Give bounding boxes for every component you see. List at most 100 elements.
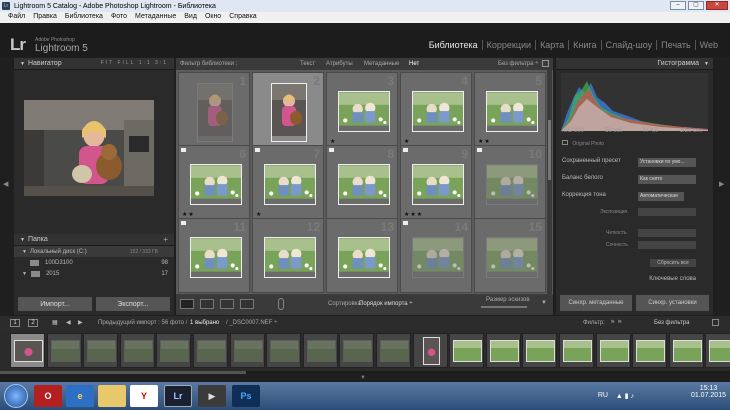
pick-flag-icon[interactable] [477,148,482,152]
folder-row[interactable]: 100D3100 98 [14,257,174,268]
star-rating[interactable]: ★★ [182,211,195,218]
menu-help[interactable]: Справка [225,12,260,23]
loupe-view-icon[interactable] [200,299,214,309]
secondary-window-button[interactable]: 2 [28,319,38,327]
forward-arrow-icon[interactable]: ▶ [78,319,83,326]
filter-metadata[interactable]: Метаданные [364,61,399,67]
filmstrip-thumbnail[interactable] [422,337,440,365]
filmstrip-cell[interactable] [559,333,594,368]
filmstrip-thumbnail[interactable] [343,340,373,362]
filmstrip-thumbnail[interactable] [526,340,556,362]
photo-thumbnail[interactable] [190,164,242,205]
white-balance-select[interactable]: Как снято [638,175,696,184]
opera-icon[interactable]: O [34,385,62,407]
tray-icons[interactable]: ▲ ▮ ♪ [616,392,634,400]
filmstrip-cell[interactable] [705,333,730,368]
photo-thumbnail[interactable] [486,164,538,205]
module-web[interactable]: Web [694,40,722,50]
pick-flag-icon[interactable] [181,221,186,225]
grid-cell[interactable]: 7 ★ [252,145,324,220]
filmstrip-thumbnail[interactable] [599,340,629,362]
flag-filter-icon[interactable]: ⚑ ⚑ [610,319,622,326]
internet-explorer-icon[interactable]: e [66,385,94,407]
minimize-button[interactable]: – [670,1,686,10]
filmstrip-thumbnail[interactable] [453,340,483,362]
filmstrip-thumbnail[interactable] [709,340,730,362]
disk-row[interactable]: ▼ Локальный диск (C:) 192 / 333 ГБ [14,246,174,257]
photo-thumbnail[interactable] [264,164,316,205]
grid-cell[interactable]: 15 [474,218,546,293]
histogram-header[interactable]: Гистограмма ▼ [556,58,713,70]
grid-cell[interactable]: 9 ★★★ [400,145,472,220]
scroll-thumb[interactable] [548,120,551,180]
grid-cell[interactable]: 4 ★ [400,72,472,147]
filmstrip-thumbnail[interactable] [123,340,153,362]
photo-thumbnail[interactable] [486,91,538,132]
sync-settings-button[interactable]: Синхр. установки [636,295,709,311]
grid-cell[interactable]: 10 [474,145,546,220]
filmstrip-scroll-thumb[interactable] [0,371,246,374]
filmstrip-cell[interactable] [522,333,558,368]
photo-thumbnail[interactable] [338,164,390,205]
back-arrow-icon[interactable]: ◀ [66,319,71,326]
export-button[interactable]: Экспорт... [96,297,170,311]
module-print[interactable]: Печать [656,40,694,50]
pick-flag-icon[interactable] [329,148,334,152]
star-rating[interactable]: ★★★ [404,211,423,218]
filmstrip-cell[interactable] [302,333,338,368]
filmstrip-cell[interactable] [46,333,82,368]
toolbar-menu-icon[interactable]: ▼ [541,300,547,306]
grid-cell[interactable]: 2 [252,72,324,147]
folder-row[interactable]: ▼ 2015 17 [14,268,174,279]
filmstrip-cell[interactable] [668,333,704,368]
pick-flag-icon[interactable] [181,148,186,152]
lock-icon[interactable] [542,60,549,67]
survey-view-icon[interactable] [240,299,254,309]
grid-view-icon[interactable] [180,299,194,309]
navigator-header[interactable]: ▼ Навигатор FIT FILL 1:1 3:1 [14,58,174,70]
filmstrip-thumbnail[interactable] [14,340,43,362]
star-rating[interactable]: ★ [256,211,262,218]
filmstrip-thumbnail[interactable] [197,340,226,362]
grid-cell[interactable]: 8 [326,145,398,220]
filmstrip-cell[interactable] [193,333,228,368]
close-button[interactable]: ✕ [706,1,728,10]
photo-thumbnail[interactable] [264,237,316,278]
filmstrip-cell[interactable] [10,333,45,368]
star-rating[interactable]: ★★ [478,138,491,145]
star-rating[interactable]: ★ [404,138,410,145]
filter-preset[interactable]: Без фильтра ÷ [498,61,538,67]
filmstrip-cell[interactable] [156,333,192,368]
photo-thumbnail[interactable] [338,91,390,132]
grid-scrollbar[interactable] [547,70,552,315]
yandex-browser-icon[interactable]: Y [130,385,158,407]
filmstrip-cell[interactable] [376,333,411,368]
grid-cell[interactable]: 6 ★★ [178,145,250,220]
filmstrip-cell[interactable] [229,333,265,368]
menu-photo[interactable]: Фото [107,12,131,23]
module-book[interactable]: Книга [568,40,600,50]
filmstrip-thumbnail[interactable] [87,340,117,362]
filter-none[interactable]: Нет [409,61,419,67]
photo-thumbnail[interactable] [412,237,464,278]
filmstrip-cell[interactable] [83,333,119,368]
grid-cell[interactable]: 5 ★★ [474,72,546,147]
filmstrip-thumbnail[interactable] [636,340,666,362]
compare-view-icon[interactable] [220,299,234,309]
import-info[interactable]: Предыдущий импорт : 56 фото / [98,320,187,326]
vibrance-buttons[interactable] [638,241,696,249]
maximize-button[interactable]: ▢ [688,1,704,10]
clarity-buttons[interactable] [638,229,696,237]
grid-cell[interactable]: 14 [400,218,472,293]
module-develop[interactable]: Коррекции [481,40,535,50]
reset-all-button[interactable]: Сбросить все [650,259,696,267]
menu-metadata[interactable]: Метаданные [131,12,180,23]
star-rating[interactable]: ★ [330,138,336,145]
media-player-icon[interactable]: ▶ [198,385,226,407]
main-window-button[interactable]: 1 [10,319,20,327]
filmstrip-thumbnail[interactable] [563,340,592,362]
start-button[interactable] [4,384,28,408]
filmstrip-thumbnail[interactable] [233,340,263,362]
menu-view[interactable]: Вид [180,12,201,23]
photo-thumbnail[interactable] [486,237,538,278]
